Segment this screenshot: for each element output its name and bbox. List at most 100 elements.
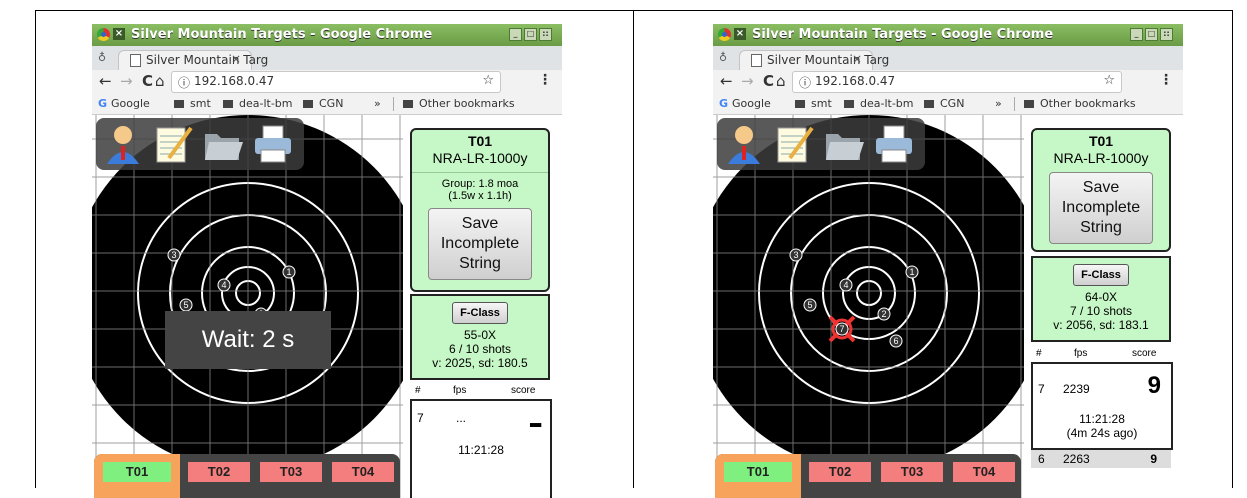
bookmark-dea-lt-bm[interactable]: dea-lt-bm [223, 97, 293, 110]
bookmark-cgn[interactable]: CGN [303, 97, 343, 110]
tab-t03[interactable]: T03 [260, 462, 322, 482]
shot-marker[interactable]: 4 [217, 278, 231, 292]
reload-icon[interactable]: C [142, 72, 153, 90]
tab-close-icon[interactable]: × [231, 52, 241, 66]
shot-number: 7 [1038, 382, 1045, 396]
bookmark-other[interactable]: Other bookmarks [403, 97, 515, 110]
bookmark-google[interactable]: G Google [98, 97, 150, 110]
shot-marker[interactable]: 6 [889, 334, 903, 348]
restore-button[interactable]: :: [1160, 28, 1173, 41]
notepad-icon[interactable] [772, 122, 816, 166]
bookmark-smt[interactable]: smt [795, 97, 832, 110]
window-close-icon[interactable]: × [734, 28, 746, 40]
folder-icon [1024, 100, 1034, 108]
shot-marker[interactable]: 2 [877, 307, 891, 321]
shot-marker[interactable]: 3 [167, 248, 181, 262]
bookmark-other[interactable]: Other bookmarks [1024, 97, 1136, 110]
folder-icon [303, 100, 313, 108]
tab-t04[interactable]: T04 [332, 462, 394, 482]
shot-marker[interactable]: 5 [803, 298, 817, 312]
user-icon[interactable] [722, 122, 766, 166]
url-input[interactable]: ⓘ 192.168.0.47 ☆ [171, 71, 501, 93]
minimize-button[interactable]: _ [509, 28, 522, 41]
more-bookmarks-icon[interactable]: » [995, 97, 1002, 110]
address-bar: ← → C ⌂ ⓘ 192.168.0.47 ☆ ⋮ [713, 70, 1183, 94]
save-incomplete-string-button[interactable]: Save Incomplete String [1049, 172, 1153, 244]
tab-close-icon[interactable]: × [852, 52, 862, 66]
google-icon: G [719, 97, 729, 110]
window-titlebar: × Silver Mountain Targets - Google Chrom… [92, 24, 562, 46]
window-title: Silver Mountain Targets - Google Chrome [752, 27, 1054, 42]
window-close-icon[interactable]: × [113, 28, 125, 40]
shot-count: 7 / 10 shots [1069, 304, 1133, 318]
notepad-icon[interactable] [151, 122, 195, 166]
browser-window-right: × Silver Mountain Targets - Google Chrom… [713, 24, 1183, 498]
shot-time: 11:21:28 [1079, 412, 1125, 426]
back-icon[interactable]: ← [720, 72, 733, 90]
chrome-logo-icon [97, 28, 110, 41]
fclass-button[interactable]: F-Class [1073, 264, 1129, 286]
folder-icon [403, 100, 413, 108]
maximize-button[interactable]: □ [1145, 28, 1158, 41]
shot-marker[interactable]: 3 [789, 248, 803, 262]
window-title: Silver Mountain Targets - Google Chrome [131, 27, 433, 42]
shot-score: 9 [1147, 372, 1161, 399]
incognito-icon: ♁ [98, 51, 107, 64]
user-icon[interactable] [101, 122, 145, 166]
bookmark-cgn[interactable]: CGN [924, 97, 964, 110]
tab-t01[interactable]: T01 [103, 462, 171, 482]
restore-button[interactable]: :: [539, 28, 552, 41]
save-incomplete-string-button[interactable]: Save Incomplete String [428, 208, 532, 280]
tab-t01[interactable]: T01 [724, 462, 792, 482]
bookmark-star-icon[interactable]: ☆ [1103, 73, 1115, 88]
window-titlebar: × Silver Mountain Targets - Google Chrom… [713, 24, 1183, 46]
latest-shot-marker[interactable]: 7 [828, 315, 856, 343]
fclass-button[interactable]: F-Class [452, 302, 508, 324]
minimize-button[interactable]: _ [1130, 28, 1143, 41]
shot-marker[interactable]: 5 [179, 298, 193, 312]
folder-open-icon[interactable] [201, 122, 245, 166]
target-area[interactable]: 1 2 3 4 5 [92, 115, 403, 498]
printer-icon[interactable] [251, 122, 295, 166]
info-sidebar: T01 NRA-LR-1000y Group: 1.8 moa (1.5w x … [403, 115, 562, 498]
home-icon[interactable]: ⌂ [776, 72, 786, 90]
shot-row[interactable]: 6 2263 9 [1031, 450, 1171, 468]
tab-strip: ♁ Silver Mountain Targ × [92, 46, 562, 71]
more-bookmarks-icon[interactable]: » [374, 97, 381, 110]
browser-tab[interactable]: Silver Mountain Targ × [739, 50, 889, 71]
tab-t03[interactable]: T03 [881, 462, 943, 482]
menu-icon[interactable]: ⋮ [1159, 72, 1173, 88]
target-area[interactable]: 1 2 3 4 5 6 7 T01 T02 T03 T04 [713, 115, 1024, 498]
forward-icon[interactable]: → [120, 72, 133, 90]
menu-icon[interactable]: ⋮ [538, 72, 552, 88]
tab-t02[interactable]: T02 [809, 462, 871, 482]
chrome-logo-icon [718, 28, 731, 41]
velocity-stats: v: 2056, sd: 183.1 [1053, 318, 1149, 332]
tab-t04[interactable]: T04 [953, 462, 1015, 482]
browser-tab[interactable]: Silver Mountain Targ × [118, 50, 268, 71]
maximize-button[interactable]: □ [524, 28, 537, 41]
site-info-icon[interactable]: ⓘ [178, 74, 190, 91]
site-info-icon[interactable]: ⓘ [799, 74, 811, 91]
shot-marker[interactable]: 1 [905, 265, 919, 279]
score-total: 64-0X [1084, 290, 1118, 304]
printer-icon[interactable] [872, 122, 916, 166]
bookmark-dea-lt-bm[interactable]: dea-lt-bm [844, 97, 914, 110]
target-tabs: T01 T02 T03 T04 [715, 454, 1021, 498]
bookmark-star-icon[interactable]: ☆ [482, 73, 494, 88]
home-icon[interactable]: ⌂ [155, 72, 165, 90]
back-icon[interactable]: ← [99, 72, 112, 90]
target-toolbar [717, 118, 925, 170]
score-total: 55-0X [463, 328, 497, 342]
browser-window-left: × Silver Mountain Targets - Google Chrom… [92, 24, 562, 498]
reload-icon[interactable]: C [763, 72, 774, 90]
url-input[interactable]: ⓘ 192.168.0.47 ☆ [792, 71, 1122, 93]
shot-marker[interactable]: 1 [282, 265, 296, 279]
forward-icon[interactable]: → [741, 72, 754, 90]
bookmark-smt[interactable]: smt [174, 97, 211, 110]
folder-open-icon[interactable] [822, 122, 866, 166]
shot-fps: ... [456, 411, 467, 425]
shot-marker[interactable]: 4 [839, 278, 853, 292]
tab-t02[interactable]: T02 [188, 462, 250, 482]
bookmark-google[interactable]: G Google [719, 97, 771, 110]
